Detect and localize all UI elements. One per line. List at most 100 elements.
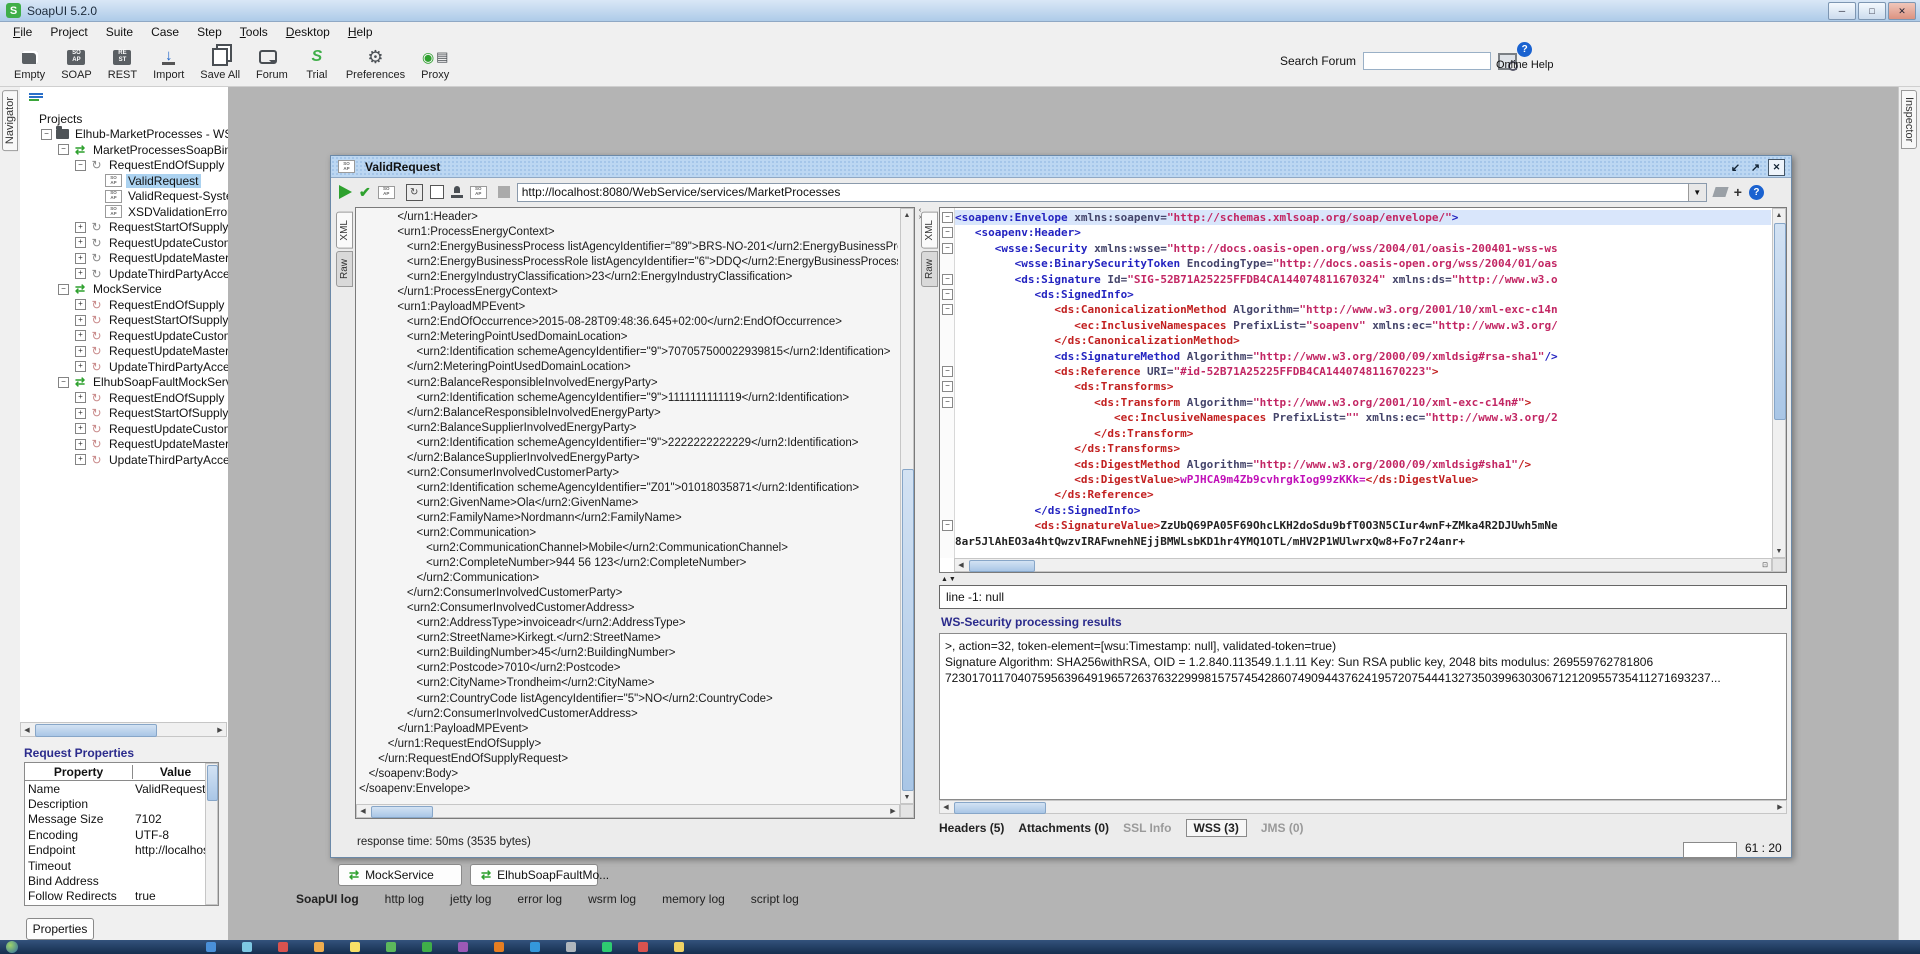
fold-collapse-icon[interactable]: −: [942, 289, 953, 300]
collapse-icon[interactable]: −: [58, 144, 69, 155]
maximize-button[interactable]: □: [1858, 2, 1886, 20]
request-raw-tab[interactable]: Raw: [336, 251, 353, 287]
expand-icon[interactable]: +: [75, 253, 86, 264]
expand-icon[interactable]: +: [75, 454, 86, 465]
response-xml-content[interactable]: <soapenv:Envelope xmlns:soapenv="http://…: [955, 210, 1771, 557]
fold-collapse-icon[interactable]: −: [942, 212, 953, 223]
expand-icon[interactable]: +: [75, 330, 86, 341]
property-row[interactable]: Follow Redirectstrue: [25, 889, 218, 904]
tree-row[interactable]: +RequestStartOfSupply: [20, 313, 228, 329]
property-row[interactable]: Timeout: [25, 858, 218, 873]
log-tab-SoapUI-log[interactable]: SoapUI log: [296, 892, 359, 906]
response-xml-tab[interactable]: XML: [921, 212, 938, 249]
fold-collapse-icon[interactable]: −: [942, 274, 953, 285]
toolbar-button-preferences[interactable]: Preferences: [338, 45, 413, 82]
expand-icon[interactable]: +: [75, 361, 86, 372]
pane-splitter[interactable]: ‹›: [917, 207, 923, 819]
mdi-maximize-icon[interactable]: ↗: [1748, 160, 1763, 175]
taskbar-app-icon[interactable]: [206, 942, 216, 952]
toolbar-button-proxy[interactable]: Proxy: [413, 45, 457, 82]
tree-row[interactable]: +RequestUpdateCustomerInform: [20, 421, 228, 437]
collapse-icon[interactable]: −: [41, 129, 52, 140]
inspector-tab-jms-0-[interactable]: JMS (0): [1261, 821, 1304, 835]
inspector-tab-wss-3-[interactable]: WSS (3): [1186, 819, 1247, 837]
tree-row[interactable]: −MarketProcessesSoapBinding: [20, 142, 228, 158]
tree-row[interactable]: +RequestUpdateCustomerInform: [20, 328, 228, 344]
tree-row[interactable]: +RequestUpdateMasterDataMeter: [20, 251, 228, 267]
resubmit-icon[interactable]: ✔: [359, 184, 371, 201]
tree-row[interactable]: +RequestEndOfSupply: [20, 390, 228, 406]
property-row[interactable]: NameValidRequest: [25, 781, 218, 796]
tree-row[interactable]: −ElhubSoapFaultMockService: [20, 375, 228, 391]
mdi-close-icon[interactable]: ✕: [1768, 159, 1785, 176]
tree-row[interactable]: −RequestEndOfSupply: [20, 158, 228, 174]
fold-collapse-icon[interactable]: −: [942, 520, 953, 531]
request-xml-tab[interactable]: XML: [336, 212, 353, 249]
divider-arrows-icon[interactable]: ▲▼: [941, 576, 957, 583]
tree-row[interactable]: +UpdateThirdPartyAccess: [20, 266, 228, 282]
toolbar-button-empty[interactable]: Empty: [6, 45, 53, 82]
toolbar-button-import[interactable]: Import: [145, 45, 192, 82]
valid-request-title-bar[interactable]: ValidRequest ↙ ↗ ✕: [331, 156, 1791, 178]
taskbar-app-icon[interactable]: [242, 942, 252, 952]
taskbar-app-icon[interactable]: [350, 942, 360, 952]
property-row[interactable]: Bind Address: [25, 873, 218, 888]
taskbar-app-icon[interactable]: [386, 942, 396, 952]
tree-row[interactable]: +RequestUpdateMasterDataMete: [20, 437, 228, 453]
expand-icon[interactable]: +: [75, 315, 86, 326]
mockservice-window-button[interactable]: ⇄ MockService: [338, 864, 462, 886]
toolbar-button-soap[interactable]: SOAP: [53, 45, 100, 82]
taskbar-app-icon[interactable]: [314, 942, 324, 952]
property-row[interactable]: Endpointhttp://localhost:80...: [25, 843, 218, 858]
expand-icon[interactable]: +: [75, 408, 86, 419]
toolbar-button-trial[interactable]: Trial: [296, 45, 338, 82]
wss-results-box[interactable]: >, action=32, token-element=[wsu:Timesta…: [939, 633, 1787, 800]
tree-row[interactable]: +RequestEndOfSupply: [20, 297, 228, 313]
fold-collapse-icon[interactable]: −: [942, 227, 953, 238]
response-editor[interactable]: −−−−−−−−−− <soapenv:Envelope xmlns:soape…: [939, 207, 1787, 573]
expand-icon[interactable]: +: [75, 346, 86, 357]
start-orb-icon[interactable]: [6, 941, 18, 953]
request-xml-content[interactable]: </urn1:Header> <urn1:ProcessEnergyContex…: [359, 210, 898, 802]
mdi-minimize-icon[interactable]: ↙: [1728, 160, 1743, 175]
response-vscrollbar[interactable]: ▲ ▼: [1772, 208, 1786, 558]
property-row[interactable]: Message Size7102: [25, 812, 218, 827]
tree-row[interactable]: +RequestStartOfSupply: [20, 406, 228, 422]
collapse-icon[interactable]: −: [75, 160, 86, 171]
log-tab-script-log[interactable]: script log: [751, 892, 799, 906]
toolbar-button-rest[interactable]: REST: [100, 45, 145, 82]
tree-row[interactable]: −Elhub-MarketProcesses - WS-Security: [20, 127, 228, 143]
menu-item-desktop[interactable]: Desktop: [277, 23, 339, 41]
menu-item-case[interactable]: Case: [142, 23, 188, 41]
expand-icon[interactable]: +: [75, 423, 86, 434]
request-hscrollbar[interactable]: ◀ ▶: [356, 804, 900, 818]
expand-icon[interactable]: +: [75, 268, 86, 279]
expand-icon[interactable]: +: [75, 237, 86, 248]
taskbar-app-icon[interactable]: [602, 942, 612, 952]
toolbar-button-save-all[interactable]: Save All: [192, 45, 248, 82]
taskbar-app-icon[interactable]: [638, 942, 648, 952]
properties-vscrollbar[interactable]: [205, 763, 218, 905]
plus-icon[interactable]: +: [1734, 184, 1742, 200]
fold-collapse-icon[interactable]: −: [942, 366, 953, 377]
taskbar-app-icon[interactable]: [422, 942, 432, 952]
tree-row[interactable]: ValidRequest: [20, 173, 228, 189]
property-row[interactable]: Description: [25, 796, 218, 811]
menu-item-project[interactable]: Project: [41, 23, 96, 41]
expand-icon[interactable]: +: [75, 392, 86, 403]
elhubsoapfault-window-button[interactable]: ⇄ ElhubSoapFaultMo...: [470, 864, 598, 886]
menu-item-suite[interactable]: Suite: [97, 23, 142, 41]
wss-hscrollbar[interactable]: ◀ ▶: [939, 800, 1787, 814]
collapse-icon[interactable]: −: [58, 377, 69, 388]
menu-item-file[interactable]: File: [4, 23, 41, 41]
collapse-icon[interactable]: −: [58, 284, 69, 295]
taskbar-app-icon[interactable]: [530, 942, 540, 952]
expand-icon[interactable]: +: [75, 299, 86, 310]
tree-sort-icon[interactable]: [29, 93, 43, 104]
tree-row[interactable]: Projects: [20, 111, 228, 127]
windows-taskbar[interactable]: [0, 940, 1920, 954]
request-help-icon[interactable]: ?: [1749, 185, 1764, 200]
menu-item-help[interactable]: Help: [339, 23, 382, 41]
taskbar-app-icon[interactable]: [278, 942, 288, 952]
fold-collapse-icon[interactable]: −: [942, 397, 953, 408]
